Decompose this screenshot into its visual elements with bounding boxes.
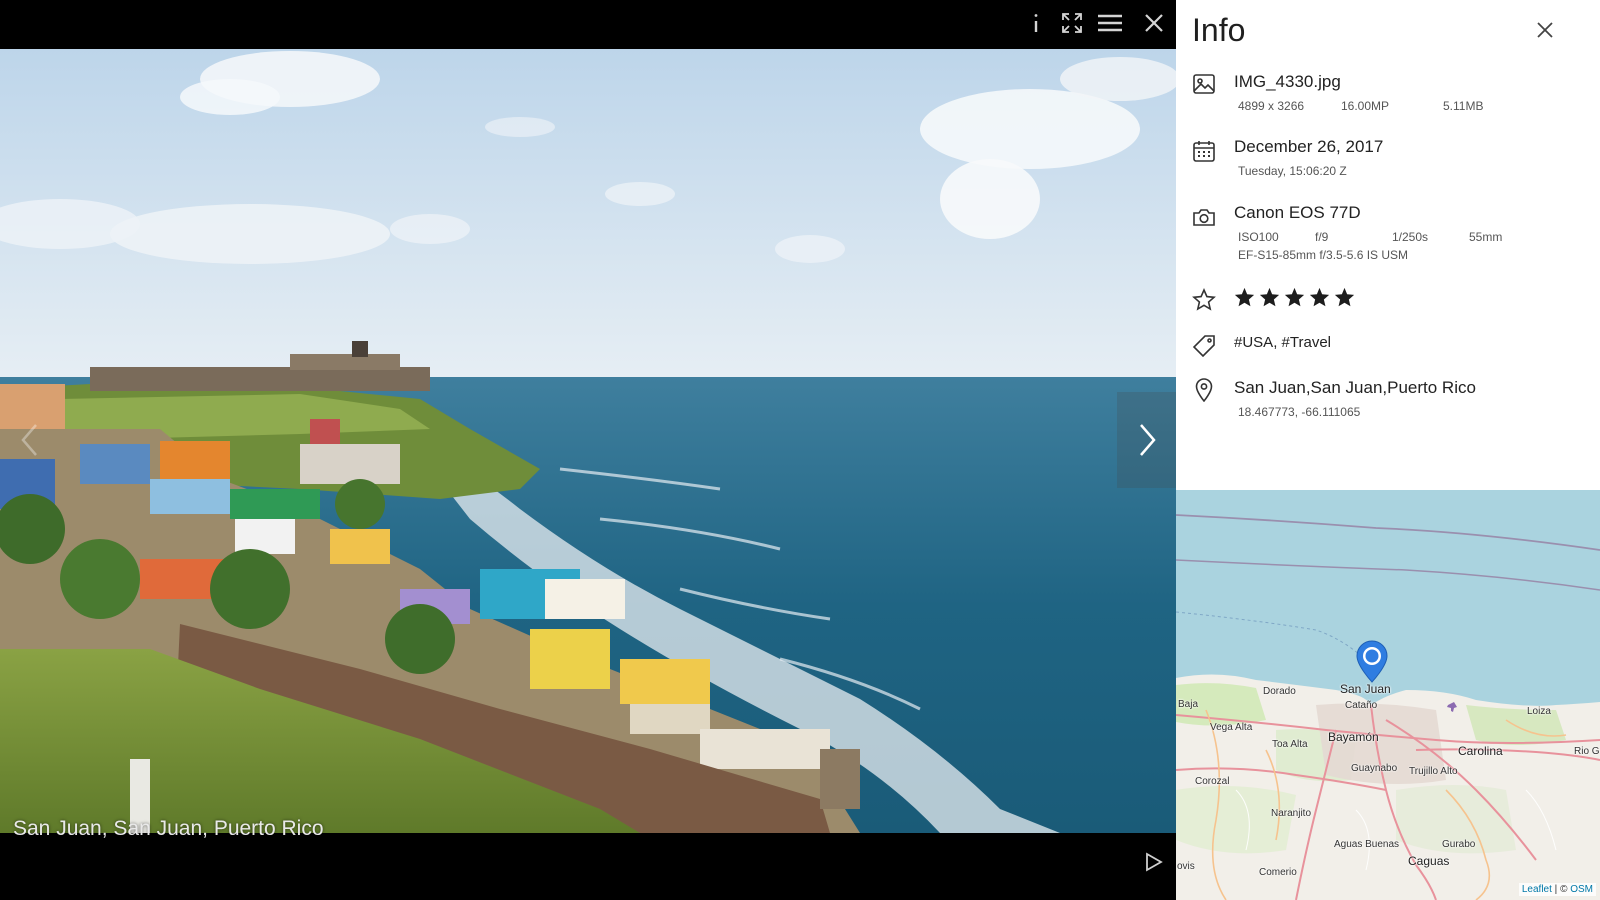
map-label-bayamon: Bayamón: [1328, 730, 1379, 744]
map-label-gurabo: Gurabo: [1442, 839, 1476, 850]
map-label-corozal: Corozal: [1195, 776, 1230, 787]
close-icon[interactable]: [1137, 6, 1171, 40]
photo-date: December 26, 2017: [1234, 137, 1384, 156]
map-label-carolina: Carolina: [1458, 744, 1503, 758]
star-icon[interactable]: [1234, 287, 1255, 308]
photo-date-detail: Tuesday, 15:06:20 Z: [1238, 164, 1347, 178]
main-photo: [0, 49, 1176, 833]
map-label-baja: Baja: [1178, 699, 1199, 710]
map-label-comerio: Comerio: [1259, 867, 1297, 878]
map-label-guaynabo: Guaynabo: [1351, 763, 1398, 774]
location-coordinates: 18.467773, -66.111065: [1238, 405, 1361, 419]
image-icon: [1192, 72, 1216, 96]
star-icon[interactable]: [1259, 287, 1280, 308]
file-name: IMG_4330.jpg: [1234, 72, 1341, 91]
star-outline-icon: [1192, 288, 1216, 312]
camera-focal-length: 55mm: [1469, 230, 1503, 244]
map-label-catano: Cataño: [1345, 700, 1378, 711]
fullscreen-icon[interactable]: [1055, 6, 1089, 40]
leaflet-link[interactable]: Leaflet: [1522, 884, 1552, 895]
previous-photo-button[interactable]: [0, 392, 60, 488]
camera-icon: [1192, 205, 1216, 229]
camera-aperture: f/9: [1315, 230, 1329, 244]
map-label-san-juan: San Juan: [1340, 682, 1391, 696]
map-label-caguas: Caguas: [1408, 854, 1450, 868]
map-attribution: Leaflet | © OSM: [1518, 883, 1596, 896]
viewer-bottom-bar: [0, 833, 1176, 900]
info-title: Info: [1192, 12, 1246, 48]
viewer-toolbar: [0, 0, 1176, 49]
star-icon[interactable]: [1334, 287, 1355, 308]
tag-travel[interactable]: #Travel: [1282, 334, 1331, 351]
file-size: 5.11MB: [1443, 99, 1484, 113]
next-photo-button[interactable]: [1117, 392, 1176, 488]
play-icon[interactable]: [1142, 850, 1166, 874]
map-label-vega-alta: Vega Alta: [1210, 722, 1253, 733]
map-label-toa-alta: Toa Alta: [1272, 739, 1308, 750]
close-icon[interactable]: [1533, 18, 1557, 42]
file-dimensions: 4899 x 3266: [1238, 99, 1305, 113]
photo-caption: San Juan, San Juan, Puerto Rico: [13, 817, 324, 840]
tag-list: #USA, #Travel: [1234, 334, 1331, 351]
map-label-dorado: Dorado: [1263, 686, 1296, 697]
location-map[interactable]: San Juan Dorado Cataño Baja Vega Alta To…: [1176, 490, 1600, 900]
rating-stars[interactable]: [1234, 287, 1355, 308]
file-megapixels: 16.00MP: [1341, 99, 1390, 113]
map-label-rio-grande: Rio G: [1574, 746, 1600, 757]
osm-link[interactable]: OSM: [1570, 884, 1593, 895]
star-icon[interactable]: [1309, 287, 1330, 308]
map-label-loiza: Loiza: [1527, 706, 1551, 717]
map-label-trujillo-alto: Trujillo Alto: [1409, 766, 1458, 777]
camera-model: Canon EOS 77D: [1234, 203, 1361, 222]
location-pin-icon: [1192, 378, 1216, 402]
star-icon[interactable]: [1284, 287, 1305, 308]
tag-usa[interactable]: #USA: [1234, 334, 1273, 351]
tag-icon: [1192, 334, 1216, 358]
photo-viewer: San Juan, San Juan, Puerto Rico: [0, 0, 1176, 900]
calendar-icon: [1192, 139, 1216, 163]
info-panel: Info IMG_4330.jpg 4899 x 3266 16.00MP 5.…: [1176, 0, 1600, 900]
camera-shutter: 1/250s: [1392, 230, 1429, 244]
map-label-ovis: ovis: [1177, 861, 1195, 872]
location-place: San Juan,San Juan,Puerto Rico: [1234, 378, 1476, 397]
menu-icon[interactable]: [1093, 6, 1127, 40]
map-label-naranjito: Naranjito: [1271, 808, 1312, 819]
camera-lens: EF-S15-85mm f/3.5-5.6 IS USM: [1238, 248, 1409, 262]
map-label-aguas-buenas: Aguas Buenas: [1334, 839, 1400, 850]
info-icon[interactable]: [1019, 6, 1053, 40]
camera-iso: ISO100: [1238, 230, 1279, 244]
